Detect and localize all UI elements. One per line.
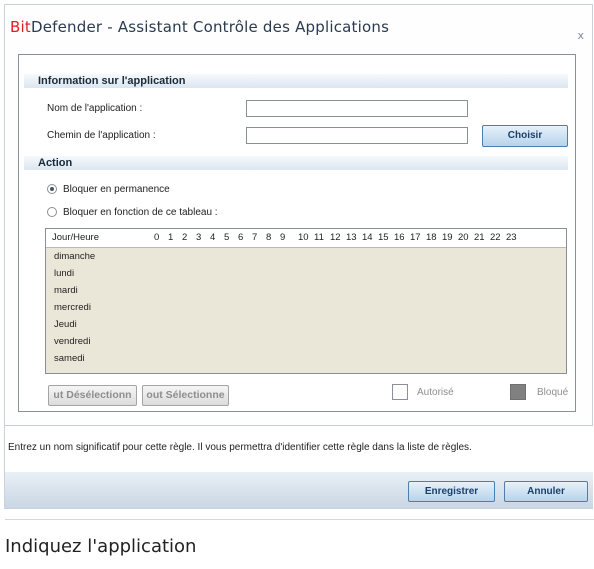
deselect-all-button[interactable]: ut Désélectionn [48,385,137,406]
schedule-day-row[interactable]: lundi [54,268,74,279]
hour-header-cell[interactable]: 0 [154,232,159,243]
title-text: Defender - Assistant Contrôle des Applic… [30,18,390,36]
hour-header-cell[interactable]: 8 [266,232,271,243]
schedule-day-row[interactable]: mercredi [54,302,91,313]
hour-header-cell[interactable]: 21 [474,232,485,243]
hour-header-cell[interactable]: 4 [210,232,215,243]
dialog-title: BitDefender - Assistant Contrôle des App… [10,18,389,36]
schedule-corner-label: Jour/Heure [52,232,99,243]
hour-header-cell[interactable]: 5 [224,232,229,243]
block-schedule-radio[interactable] [47,207,57,217]
section-header-action: Action [24,156,568,170]
screenshot-frame: BitDefender - Assistant Contrôle des App… [0,0,594,569]
hour-header-cell[interactable]: 2 [182,232,187,243]
app-path-label: Chemin de l'application : [47,130,156,141]
blocked-legend-swatch [510,384,526,400]
schedule-day-row[interactable]: vendredi [54,336,90,347]
hint-area: Entrez un nom significatif pour cette rè… [5,425,593,472]
allowed-legend-label: Autorisé [417,387,454,398]
title-brand: Bit [10,18,31,36]
block-schedule-label: Bloquer en fonction de ce tableau : [63,207,218,218]
allowed-legend-swatch [392,384,408,400]
schedule-day-row[interactable]: mardi [54,285,78,296]
close-icon[interactable]: x [577,29,584,42]
caption-divider [5,519,594,520]
blocked-legend-label: Bloqué [537,387,569,398]
hour-header-cell[interactable]: 14 [362,232,373,243]
schedule-day-row[interactable]: Jeudi [54,319,77,330]
save-button[interactable]: Enregistrer [408,481,495,502]
hour-header-cell[interactable]: 20 [458,232,469,243]
hour-header-cell[interactable]: 10 [298,232,309,243]
schedule-grid[interactable]: Jour/Heure 0 1 2 3 4 5 6 7 8 9 10 11 12 13 14 15 16 17 18 1… [45,228,567,374]
app-name-label: Nom de l'application : [47,103,143,114]
cancel-button[interactable]: Annuler [504,481,588,502]
hour-header-cell[interactable]: 22 [490,232,501,243]
hour-header-cell[interactable]: 15 [378,232,389,243]
schedule-day-row[interactable]: dimanche [54,251,95,262]
schedule-header: Jour/Heure 0 1 2 3 4 5 6 7 8 9 10 11 12 13 14 15 16 17 18 1… [46,229,566,248]
hour-header-cell[interactable]: 16 [394,232,405,243]
hour-header-cell[interactable]: 13 [346,232,357,243]
app-path-input[interactable] [246,127,468,144]
app-name-input[interactable] [246,100,468,117]
hour-header-cell[interactable]: 1 [168,232,173,243]
hour-header-cell[interactable]: 7 [252,232,257,243]
hour-header-cell[interactable]: 3 [196,232,201,243]
block-always-radio[interactable] [47,184,57,194]
hour-header-cell[interactable]: 11 [314,232,324,243]
hint-text: Entrez un nom significatif pour cette rè… [8,442,472,453]
select-all-button[interactable]: out Sélectionne [142,385,229,406]
choose-button[interactable]: Choisir [482,125,568,147]
hour-header-cell[interactable]: 9 [280,232,285,243]
figure-caption: Indiquez l'application [5,536,197,557]
hour-header-cell[interactable]: 19 [442,232,453,243]
block-always-label: Bloquer en permanence [63,184,170,195]
hour-header-cell[interactable]: 17 [410,232,421,243]
hour-header-cell[interactable]: 23 [506,232,517,243]
hour-header-cell[interactable]: 12 [330,232,341,243]
hour-header-cell[interactable]: 18 [426,232,437,243]
schedule-day-row[interactable]: samedi [54,353,85,364]
hour-header-cell[interactable]: 6 [238,232,243,243]
section-header-app-info: Information sur l'application [24,74,568,88]
